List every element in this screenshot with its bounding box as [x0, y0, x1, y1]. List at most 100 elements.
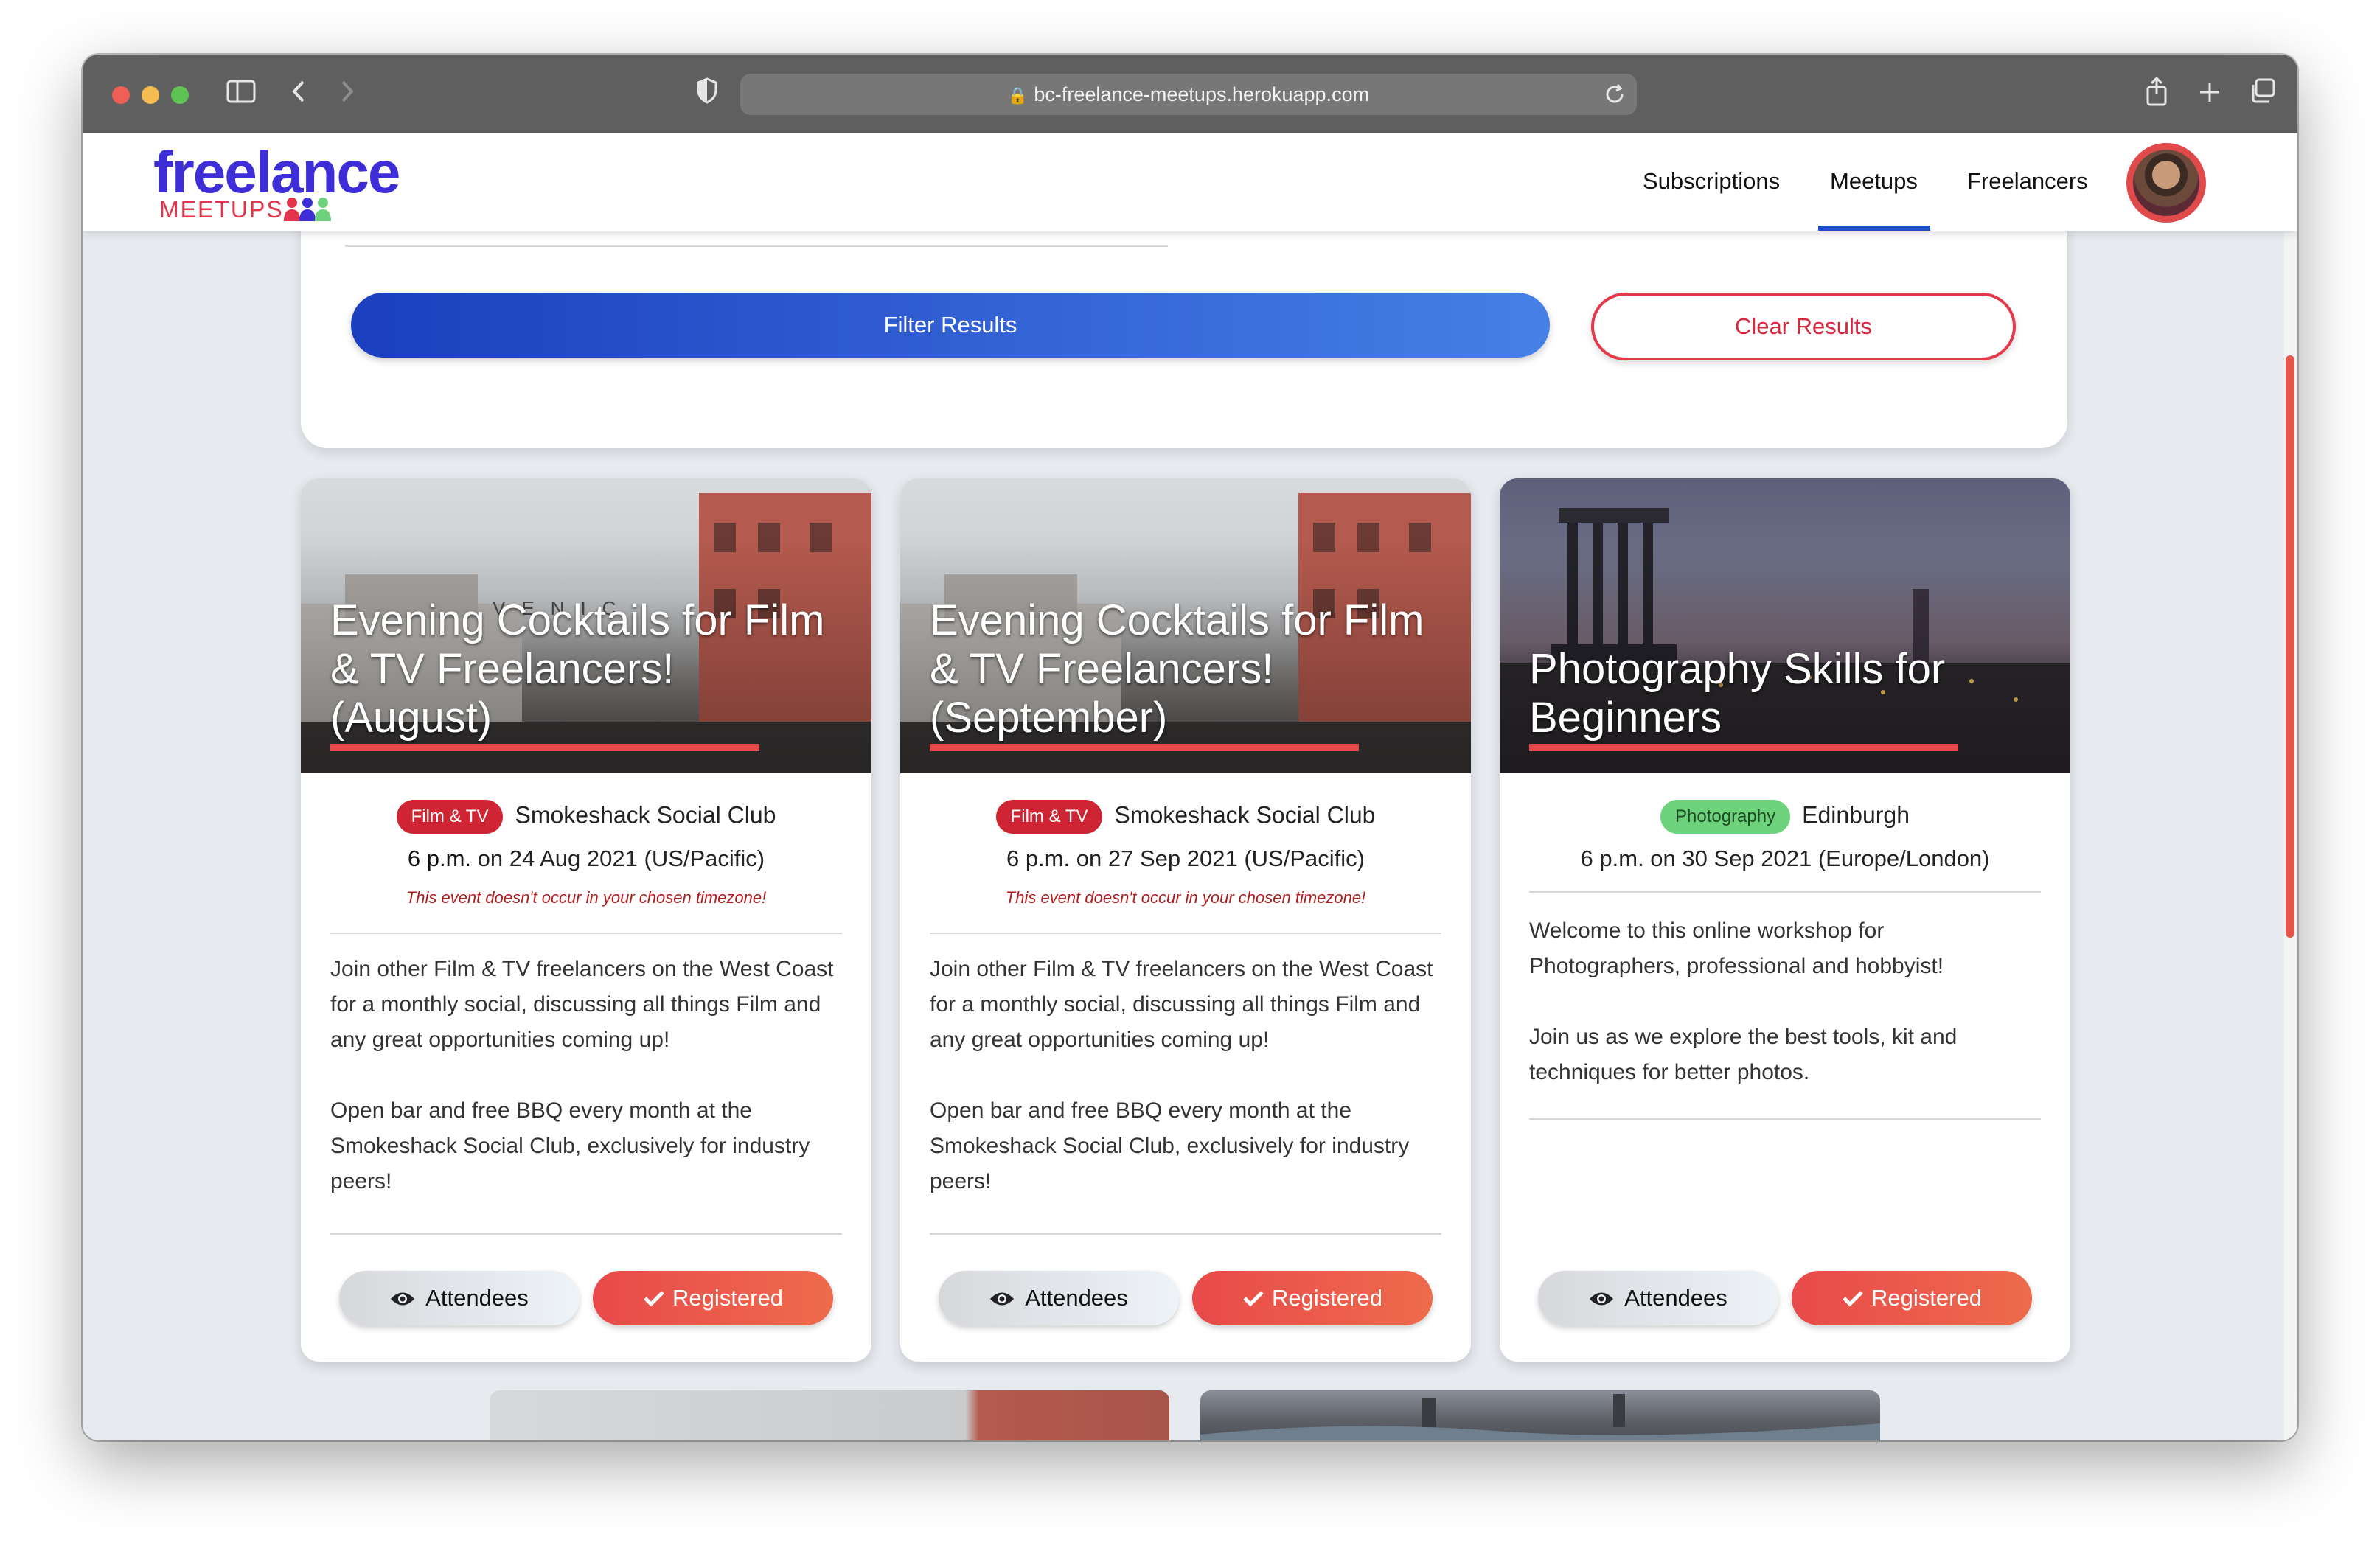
nav-freelancers[interactable]: Freelancers: [1967, 168, 2088, 195]
title-accent-bar: [330, 744, 759, 751]
meetup-meta: Film & TV Smokeshack Social Club: [900, 800, 1471, 834]
meetup-datetime: 6 p.m. on 30 Sep 2021 (Europe/London): [1500, 846, 2070, 872]
meetup-location: Smokeshack Social Club: [1114, 801, 1376, 829]
active-nav-indicator: [1818, 226, 1930, 231]
meetup-date: 30 Sep 2021: [1682, 846, 1812, 871]
url-text: 🔒 bc-freelance-meetups.herokuapp.com: [740, 74, 1637, 115]
user-avatar[interactable]: [2126, 143, 2206, 223]
meetup-hero-image: VENIC Evening Cocktails for Film & TV Fr…: [301, 478, 871, 773]
title-accent-bar: [930, 744, 1359, 751]
description-paragraph: Join other Film & TV freelancers on the …: [930, 957, 1433, 1052]
forward-icon[interactable]: [329, 77, 366, 114]
eye-icon: [989, 1272, 1015, 1327]
registered-label: Registered: [672, 1285, 783, 1311]
meetup-card: Evening Cocktails for Film & TV Freelanc…: [900, 478, 1471, 1362]
meetup-location: Smokeshack Social Club: [515, 801, 776, 829]
description-paragraph: Open bar and free BBQ every month at the…: [330, 1098, 810, 1193]
avatar-photo: [2133, 150, 2199, 216]
on-text: on: [477, 846, 504, 871]
check-icon: [643, 1272, 665, 1327]
meetup-time: 6 p.m.: [407, 846, 472, 871]
nav-subscriptions[interactable]: Subscriptions: [1643, 168, 1780, 195]
registered-label: Registered: [1272, 1285, 1382, 1311]
site-header: freelance MEETUPS Subscriptions Meetups …: [83, 133, 2297, 231]
browser-window: 🔒 bc-freelance-meetups.herokuapp.com free…: [83, 55, 2297, 1440]
card-divider: [930, 1233, 1441, 1235]
address-bar[interactable]: 🔒 bc-freelance-meetups.herokuapp.com: [740, 74, 1637, 115]
tab-overview-icon[interactable]: [2244, 77, 2281, 114]
meetup-title[interactable]: Evening Cocktails for Film & TV Freelanc…: [930, 596, 1446, 742]
category-badge[interactable]: Film & TV: [995, 800, 1103, 834]
card-divider: [1529, 891, 2041, 893]
description-paragraph: Join other Film & TV freelancers on the …: [330, 957, 834, 1052]
card-divider: [1529, 1118, 2041, 1120]
meetup-meta: Film & TV Smokeshack Social Club: [301, 800, 871, 834]
meetup-title[interactable]: Evening Cocktails for Film & TV Freelanc…: [330, 596, 846, 742]
registered-button[interactable]: Registered: [1192, 1271, 1433, 1325]
minimize-window-button[interactable]: [142, 86, 159, 104]
filter-input-underline: [345, 245, 1168, 247]
maximize-window-button[interactable]: [171, 86, 189, 104]
nav-meetups[interactable]: Meetups: [1830, 168, 1918, 195]
new-tab-icon[interactable]: [2191, 77, 2228, 114]
close-window-button[interactable]: [112, 86, 130, 104]
meetup-description: Welcome to this online workshop for Phot…: [1529, 913, 2041, 1126]
reload-icon[interactable]: [1603, 83, 1626, 110]
category-badge[interactable]: Film & TV: [396, 800, 504, 834]
category-badge[interactable]: Photography: [1660, 800, 1791, 834]
meetup-datetime: 6 p.m. on 27 Sep 2021 (US/Pacific): [900, 846, 1471, 872]
clear-results-button[interactable]: Clear Results: [1591, 293, 2016, 360]
lock-icon: 🔒: [1007, 86, 1029, 105]
shield-icon[interactable]: [689, 77, 726, 114]
meetup-card: Photography Skills for Beginners Photogr…: [1500, 478, 2070, 1362]
logo-subtitle: MEETUPS: [159, 196, 284, 223]
meetup-meta: Photography Edinburgh: [1500, 800, 2070, 834]
next-meetup-card-image[interactable]: [1200, 1390, 1880, 1440]
card-divider: [330, 933, 842, 934]
meetup-time: 6 p.m.: [1580, 846, 1644, 871]
attendees-label: Attendees: [1025, 1285, 1128, 1311]
description-paragraph: Open bar and free BBQ every month at the…: [930, 1098, 1410, 1193]
eye-icon: [390, 1272, 415, 1327]
url-value: bc-freelance-meetups.herokuapp.com: [1034, 83, 1370, 105]
next-meetup-card-image[interactable]: [490, 1390, 1169, 1440]
meetup-timezone: (Europe/London): [1817, 846, 1990, 871]
sidebar-toggle-icon[interactable]: [223, 77, 260, 114]
browser-toolbar: 🔒 bc-freelance-meetups.herokuapp.com: [83, 55, 2297, 133]
description-paragraph: Join us as we explore the best tools, ki…: [1529, 1025, 1958, 1084]
attendees-button[interactable]: Attendees: [939, 1271, 1179, 1325]
meetup-hero-image: Photography Skills for Beginners: [1500, 478, 2070, 773]
description-paragraph: Welcome to this online workshop for Phot…: [1529, 919, 1944, 978]
attendees-button[interactable]: Attendees: [339, 1271, 580, 1325]
meetup-hero-image: Evening Cocktails for Film & TV Freelanc…: [900, 478, 1471, 773]
attendees-button[interactable]: Attendees: [1538, 1271, 1778, 1325]
meetup-time: 6 p.m.: [1006, 846, 1071, 871]
timezone-warning: This event doesn't occur in your chosen …: [1005, 888, 1366, 907]
check-icon: [1242, 1272, 1264, 1327]
on-text: on: [1650, 846, 1676, 871]
title-accent-bar: [1529, 744, 1958, 751]
people-group-icon: [283, 196, 332, 226]
registered-label: Registered: [1871, 1285, 1982, 1311]
on-text: on: [1076, 846, 1102, 871]
meetup-description: Join other Film & TV freelancers on the …: [330, 952, 842, 1235]
card-divider: [930, 933, 1441, 934]
meetup-card: VENIC Evening Cocktails for Film & TV Fr…: [301, 478, 871, 1362]
meetup-timezone: (US/Pacific): [644, 846, 765, 871]
filter-results-button[interactable]: Filter Results: [351, 293, 1550, 358]
meetup-date: 27 Sep 2021: [1107, 846, 1238, 871]
scrollbar-thumb[interactable]: [2286, 355, 2294, 938]
share-icon[interactable]: [2138, 76, 2175, 114]
meetup-date: 24 Aug 2021: [509, 846, 638, 871]
check-icon: [1842, 1272, 1864, 1327]
eye-icon: [1589, 1272, 1614, 1327]
registered-button[interactable]: Registered: [1792, 1271, 2032, 1325]
back-icon[interactable]: [280, 77, 317, 114]
meetup-description: Join other Film & TV freelancers on the …: [930, 952, 1441, 1235]
attendees-label: Attendees: [425, 1285, 529, 1311]
attendees-label: Attendees: [1624, 1285, 1727, 1311]
registered-button[interactable]: Registered: [593, 1271, 833, 1325]
meetup-location: Edinburgh: [1802, 801, 1910, 829]
meetup-title[interactable]: Photography Skills for Beginners: [1529, 645, 2045, 742]
timezone-warning: This event doesn't occur in your chosen …: [406, 888, 767, 907]
